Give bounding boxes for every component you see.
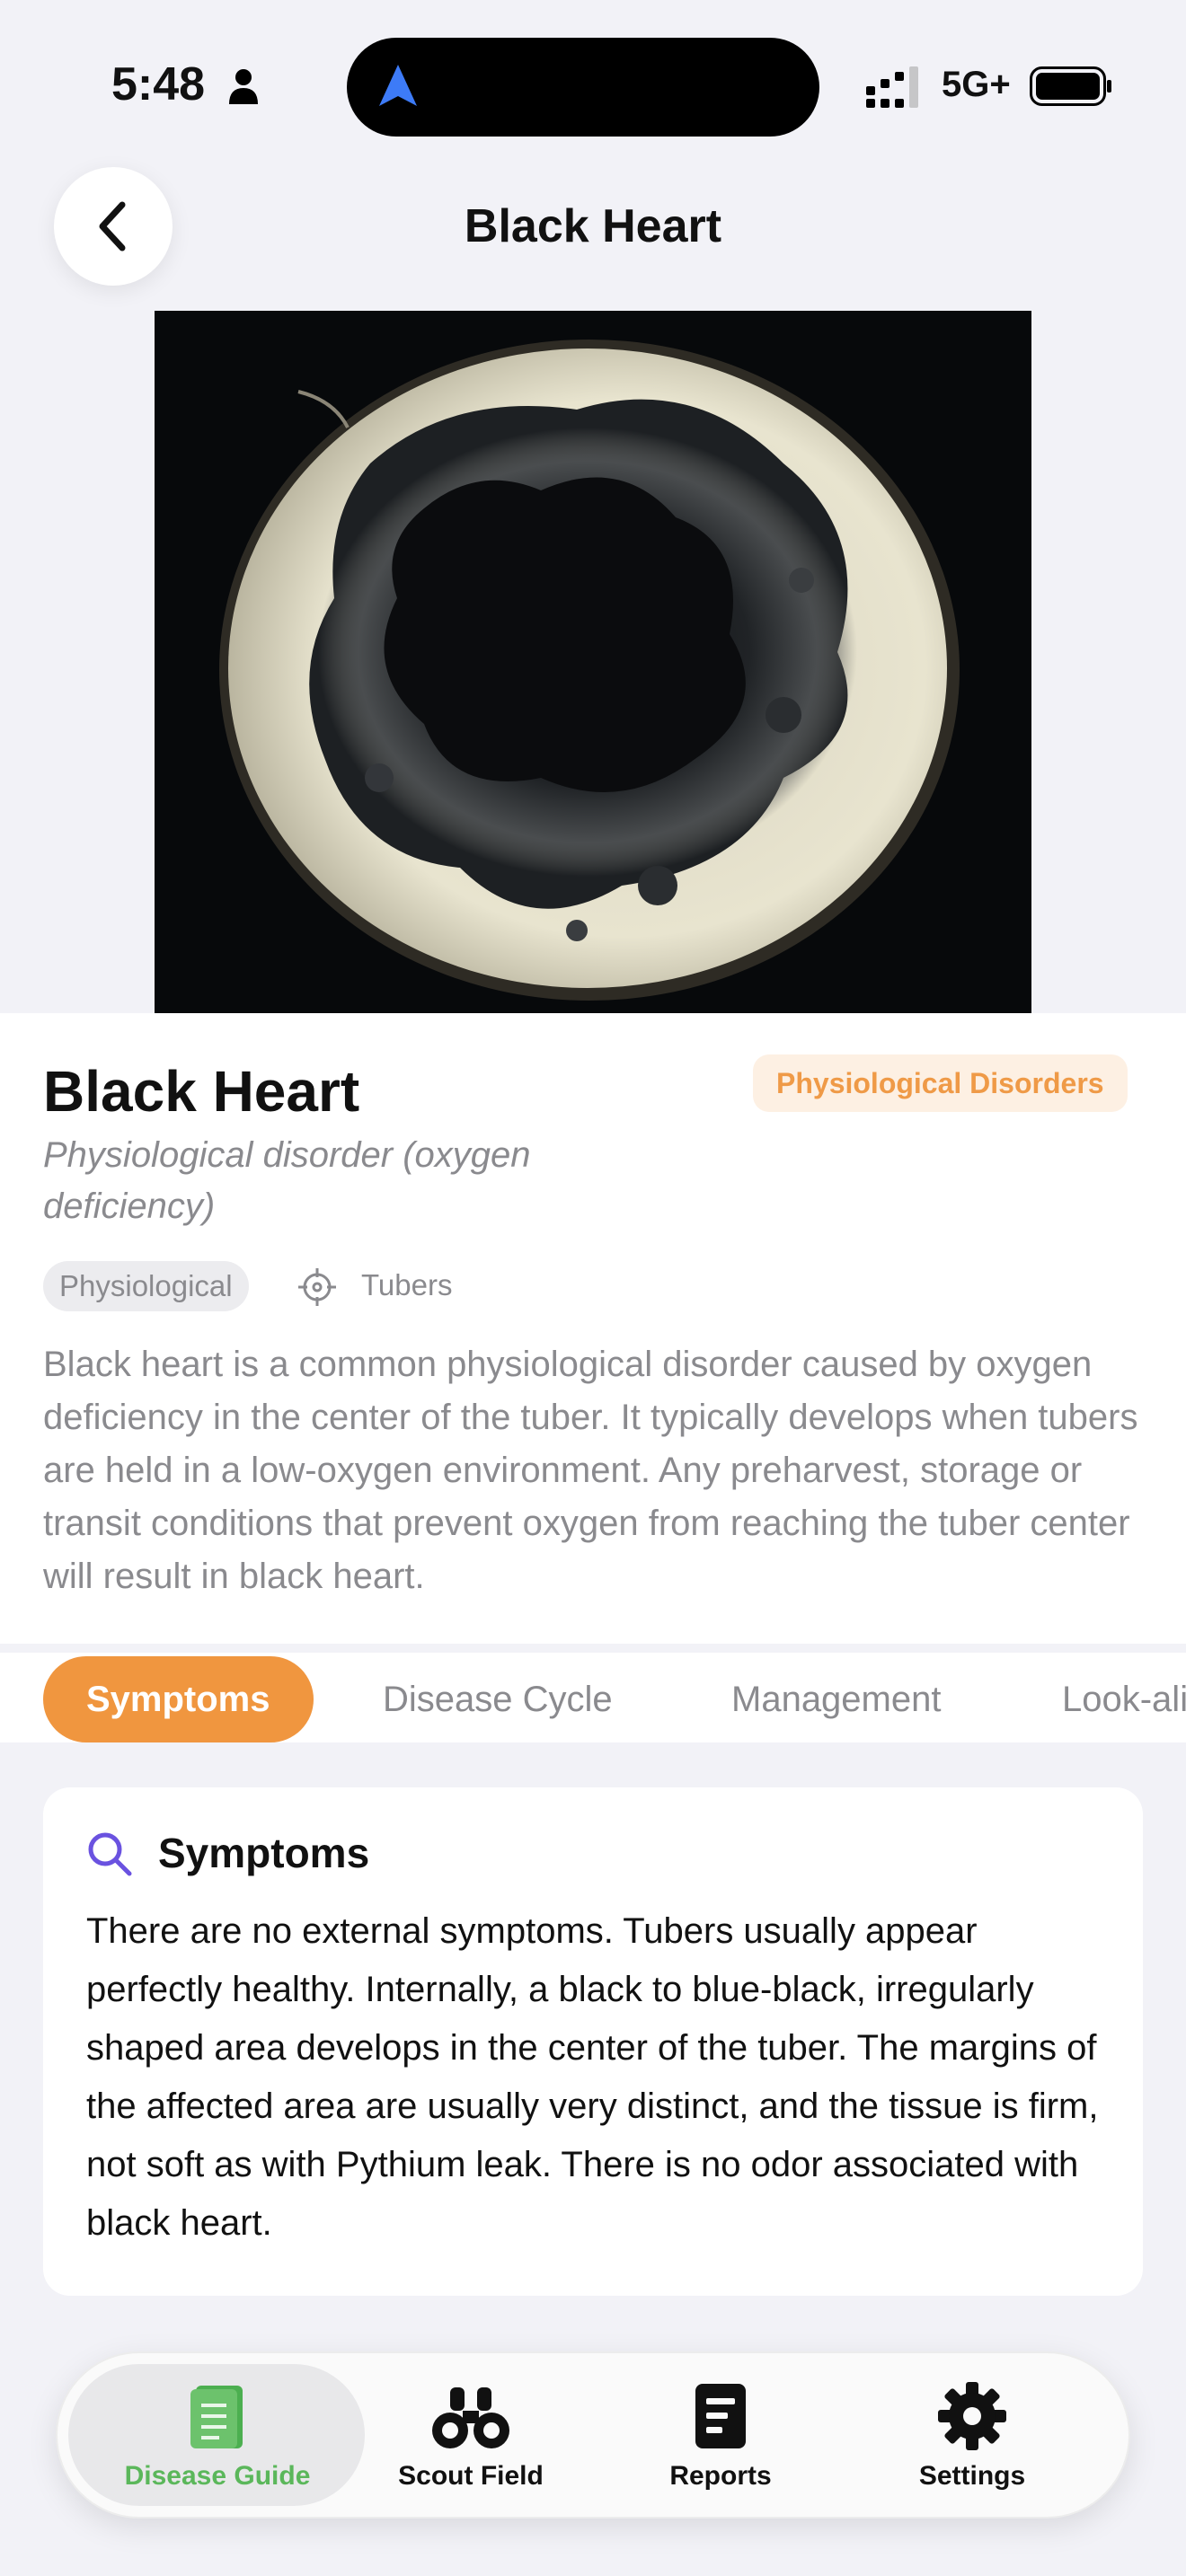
person-icon (229, 69, 258, 104)
tab-management[interactable]: Management (731, 1656, 941, 1742)
symptoms-card: Symptoms There are no external symptoms.… (43, 1787, 1143, 2296)
type-tag: Physiological (43, 1261, 249, 1311)
nav-reports[interactable]: Reports (604, 2380, 837, 2492)
affected-part-label: Tubers (361, 1268, 453, 1301)
nav-label-settings: Settings (918, 2461, 1026, 2491)
target-icon (298, 1268, 336, 1306)
disease-description: Black heart is a common physiological di… (43, 1345, 1138, 1596)
nav-scout-field[interactable]: Scout Field (354, 2380, 588, 2492)
binoculars-icon (432, 2387, 509, 2448)
tab-symptoms[interactable]: Symptoms (43, 1656, 314, 1742)
symptoms-text: There are no external symptoms. Tubers u… (86, 1911, 1099, 2243)
nav-label-disease-guide: Disease Guide (124, 2461, 311, 2491)
app-screen: 5:48 5G+ Black Heart Black Heart Physiol… (0, 0, 1186, 2576)
tab-look-alikes[interactable]: Look-alikes (1062, 1656, 1186, 1742)
battery-icon (1030, 66, 1111, 106)
category-badge: Physiological Disorders (753, 1054, 1128, 1112)
disease-photo (155, 311, 1031, 1013)
search-icon (88, 1832, 132, 1876)
section-tabs: Symptoms Disease Cycle Management Look-a… (0, 1653, 1186, 1742)
signal-icon (866, 66, 918, 108)
disease-info-card: Black Heart Physiological Disorders Phys… (0, 1013, 1186, 1644)
status-time: 5:48 (111, 58, 206, 110)
nav-settings[interactable]: Settings (855, 2380, 1089, 2492)
symptoms-title: Symptoms (158, 1830, 370, 1876)
tab-disease-cycle[interactable]: Disease Cycle (383, 1656, 613, 1742)
page-title: Black Heart (464, 200, 722, 252)
nav-disease-guide[interactable]: Disease Guide (101, 2380, 334, 2492)
gear-icon (938, 2382, 1006, 2450)
navigation-arrow-icon (379, 65, 417, 106)
disease-subtitle: Physiological disorder (oxygen deficienc… (43, 1135, 531, 1226)
nav-label-scout-field: Scout Field (398, 2461, 544, 2491)
document-icon (695, 2384, 746, 2448)
book-icon (190, 2386, 243, 2448)
network-label: 5G+ (942, 65, 1011, 104)
bottom-nav: Disease Guide Scout Field Reports Settin… (56, 2351, 1130, 2519)
nav-label-reports: Reports (669, 2461, 772, 2491)
disease-name: Black Heart (43, 1059, 360, 1124)
